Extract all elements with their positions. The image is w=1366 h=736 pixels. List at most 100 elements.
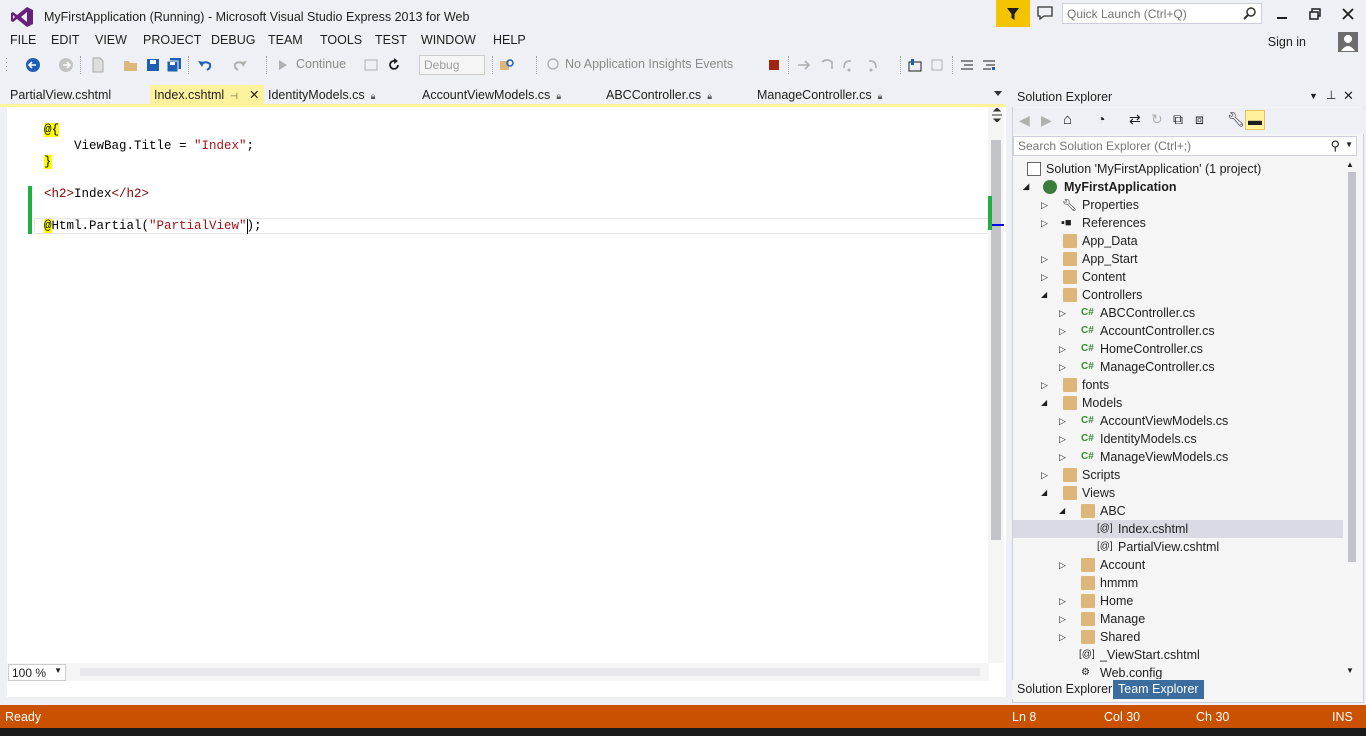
redo-button[interactable] bbox=[230, 56, 250, 74]
back-icon[interactable]: ◀ bbox=[1019, 112, 1030, 129]
menu-file[interactable]: FILE bbox=[10, 33, 36, 47]
tree-node-app-start[interactable]: ▷ App_Start bbox=[1013, 250, 1343, 268]
tree-node-accountviewmodels[interactable]: ▷ C# AccountViewModels.cs bbox=[1013, 412, 1343, 430]
tree-node-webconfig[interactable]: ⚙ Web.config bbox=[1013, 664, 1343, 679]
menu-view[interactable]: VIEW bbox=[95, 33, 127, 47]
solution-search-input[interactable] bbox=[1014, 137, 1314, 155]
menu-help[interactable]: HELP bbox=[493, 33, 526, 47]
solution-explorer-search[interactable]: ⚲ ▼ bbox=[1013, 136, 1357, 156]
step-out-button[interactable] bbox=[862, 56, 880, 74]
toolbar-grip[interactable] bbox=[4, 56, 10, 74]
expanded-arrow-icon[interactable]: ◢ bbox=[1023, 178, 1031, 191]
format-button[interactable] bbox=[928, 56, 946, 74]
collapsed-arrow-icon[interactable]: ▷ bbox=[1059, 448, 1067, 462]
open-file-button[interactable] bbox=[120, 56, 142, 74]
tree-node-index-selected[interactable]: [@] Index.cshtml bbox=[1013, 520, 1343, 538]
tree-node-views[interactable]: ◢ Views bbox=[1013, 484, 1343, 502]
chevron-down-icon[interactable]: ▼ bbox=[1345, 140, 1353, 149]
collapsed-arrow-icon[interactable]: ▷ bbox=[1059, 412, 1067, 426]
show-next-statement-button[interactable] bbox=[795, 56, 813, 74]
split-handle-icon[interactable] bbox=[991, 108, 1003, 122]
solution-configuration-select[interactable]: Debug bbox=[419, 55, 485, 75]
collapsed-arrow-icon[interactable]: ▷ bbox=[1041, 250, 1049, 264]
tree-node-shared[interactable]: ▷ Shared bbox=[1013, 628, 1343, 646]
save-button[interactable] bbox=[144, 56, 162, 74]
collapse-all-icon[interactable]: ⧉ bbox=[1173, 111, 1183, 128]
refresh-icon[interactable]: ↻ bbox=[1151, 111, 1163, 128]
tree-node-partialview[interactable]: [@] PartialView.cshtml bbox=[1013, 538, 1343, 556]
restore-button[interactable] bbox=[1301, 4, 1329, 24]
collapsed-arrow-icon[interactable]: ▷ bbox=[1059, 430, 1067, 444]
attach-icon[interactable] bbox=[362, 56, 380, 74]
tree-node-accountcontroller[interactable]: ▷ C# AccountController.cs bbox=[1013, 322, 1343, 340]
navigate-back-button[interactable] bbox=[22, 56, 44, 74]
new-item-button[interactable] bbox=[88, 56, 108, 74]
tree-node-abc[interactable]: ◢ ABC bbox=[1013, 502, 1343, 520]
collapsed-arrow-icon[interactable]: ▷ bbox=[1059, 322, 1067, 336]
tree-node-abccontroller[interactable]: ▷ C# ABCController.cs bbox=[1013, 304, 1343, 322]
tree-node-scripts[interactable]: ▷ Scripts bbox=[1013, 466, 1343, 484]
code-editor[interactable] bbox=[0, 107, 1006, 697]
pending-changes-icon[interactable]: ◔ bbox=[1097, 111, 1105, 127]
menu-team[interactable]: TEAM bbox=[268, 33, 303, 47]
preview-selected-items-icon[interactable]: ▬ bbox=[1245, 110, 1265, 130]
notifications-filter-button[interactable] bbox=[996, 0, 1030, 27]
undo-button[interactable] bbox=[195, 56, 215, 74]
collapsed-arrow-icon[interactable]: ▷ bbox=[1041, 196, 1049, 210]
application-insights-button[interactable]: No Application Insights Events bbox=[565, 57, 733, 71]
quick-launch-box[interactable] bbox=[1062, 3, 1262, 24]
bookmark-button[interactable] bbox=[906, 56, 924, 74]
home-icon[interactable]: ⌂ bbox=[1063, 111, 1072, 128]
tab-abccontroller[interactable]: ABCController.cs 🔒︎ bbox=[602, 85, 716, 105]
pin-icon[interactable]: ⊥ bbox=[1326, 88, 1336, 102]
solution-tree[interactable]: Solution 'MyFirstApplication' (1 project… bbox=[1013, 159, 1343, 679]
navigate-forward-button[interactable] bbox=[56, 56, 76, 74]
horizontal-scroll-thumb[interactable] bbox=[80, 668, 980, 676]
tree-node-account[interactable]: ▷ Account bbox=[1013, 556, 1343, 574]
tab-partialview[interactable]: PartialView.cshtml bbox=[6, 85, 115, 105]
tree-node-home[interactable]: ▷ Home bbox=[1013, 592, 1343, 610]
feedback-icon[interactable] bbox=[1036, 5, 1054, 21]
properties-icon[interactable]: 🔧︎ bbox=[1227, 111, 1245, 128]
close-tab-icon[interactable]: ✕ bbox=[249, 87, 259, 102]
save-all-button[interactable] bbox=[165, 56, 183, 74]
step-over-button[interactable] bbox=[840, 56, 858, 74]
tree-node-managecontroller[interactable]: ▷ C# ManageController.cs bbox=[1013, 358, 1343, 376]
menu-window[interactable]: WINDOW bbox=[421, 33, 476, 47]
collapsed-arrow-icon[interactable]: ▷ bbox=[1059, 628, 1067, 642]
uncomment-button[interactable] bbox=[980, 56, 998, 74]
tab-index-active[interactable]: Index.cshtml ⊣ ✕ bbox=[150, 85, 264, 105]
tree-node-solution[interactable]: Solution 'MyFirstApplication' (1 project… bbox=[1013, 160, 1343, 178]
tree-node-app-data[interactable]: App_Data bbox=[1013, 232, 1343, 250]
close-icon[interactable]: ✕ bbox=[1343, 88, 1354, 104]
solution-explorer-scroll-thumb[interactable] bbox=[1348, 172, 1356, 562]
tree-node-fonts[interactable]: ▷ fonts bbox=[1013, 376, 1343, 394]
tree-node-viewstart[interactable]: [@] _ViewStart.cshtml bbox=[1013, 646, 1343, 664]
collapsed-arrow-icon[interactable]: ▷ bbox=[1041, 466, 1049, 480]
tab-managecontroller[interactable]: ManageController.cs 🔒︎ bbox=[753, 85, 886, 105]
menu-tools[interactable]: TOOLS bbox=[320, 33, 362, 47]
forward-icon[interactable]: ▶ bbox=[1041, 112, 1052, 129]
show-all-files-icon[interactable]: ⧈ bbox=[1195, 111, 1204, 128]
collapsed-arrow-icon[interactable]: ▷ bbox=[1059, 358, 1067, 372]
collapsed-arrow-icon[interactable]: ▷ bbox=[1059, 340, 1067, 354]
search-icon[interactable]: ⚲ bbox=[1330, 138, 1340, 154]
tree-node-project[interactable]: ◢ MyFirstApplication bbox=[1013, 178, 1343, 196]
minimize-button[interactable] bbox=[1268, 4, 1296, 24]
tree-node-identitymodels[interactable]: ▷ C# IdentityModels.cs bbox=[1013, 430, 1343, 448]
tree-node-properties[interactable]: ▷ 🔧︎ Properties bbox=[1013, 196, 1343, 214]
expanded-arrow-icon[interactable]: ◢ bbox=[1059, 502, 1067, 515]
comment-button[interactable] bbox=[958, 56, 976, 74]
quick-launch-input[interactable] bbox=[1063, 4, 1239, 23]
tab-identitymodels[interactable]: IdentityModels.cs 🔒︎ bbox=[264, 85, 379, 105]
tab-solution-explorer[interactable]: Solution Explorer bbox=[1012, 680, 1118, 699]
stop-debugging-button[interactable] bbox=[766, 56, 782, 74]
close-window-button[interactable] bbox=[1334, 4, 1362, 24]
tree-node-manageviewmodels[interactable]: ▷ C# ManageViewModels.cs bbox=[1013, 448, 1343, 466]
collapsed-arrow-icon[interactable]: ▷ bbox=[1059, 592, 1067, 606]
step-into-button[interactable] bbox=[818, 56, 836, 74]
scroll-up-icon[interactable]: ▲ bbox=[1346, 160, 1354, 169]
account-icon[interactable] bbox=[1338, 32, 1358, 52]
menu-debug[interactable]: DEBUG bbox=[211, 33, 255, 47]
collapsed-arrow-icon[interactable]: ▷ bbox=[1059, 556, 1067, 570]
